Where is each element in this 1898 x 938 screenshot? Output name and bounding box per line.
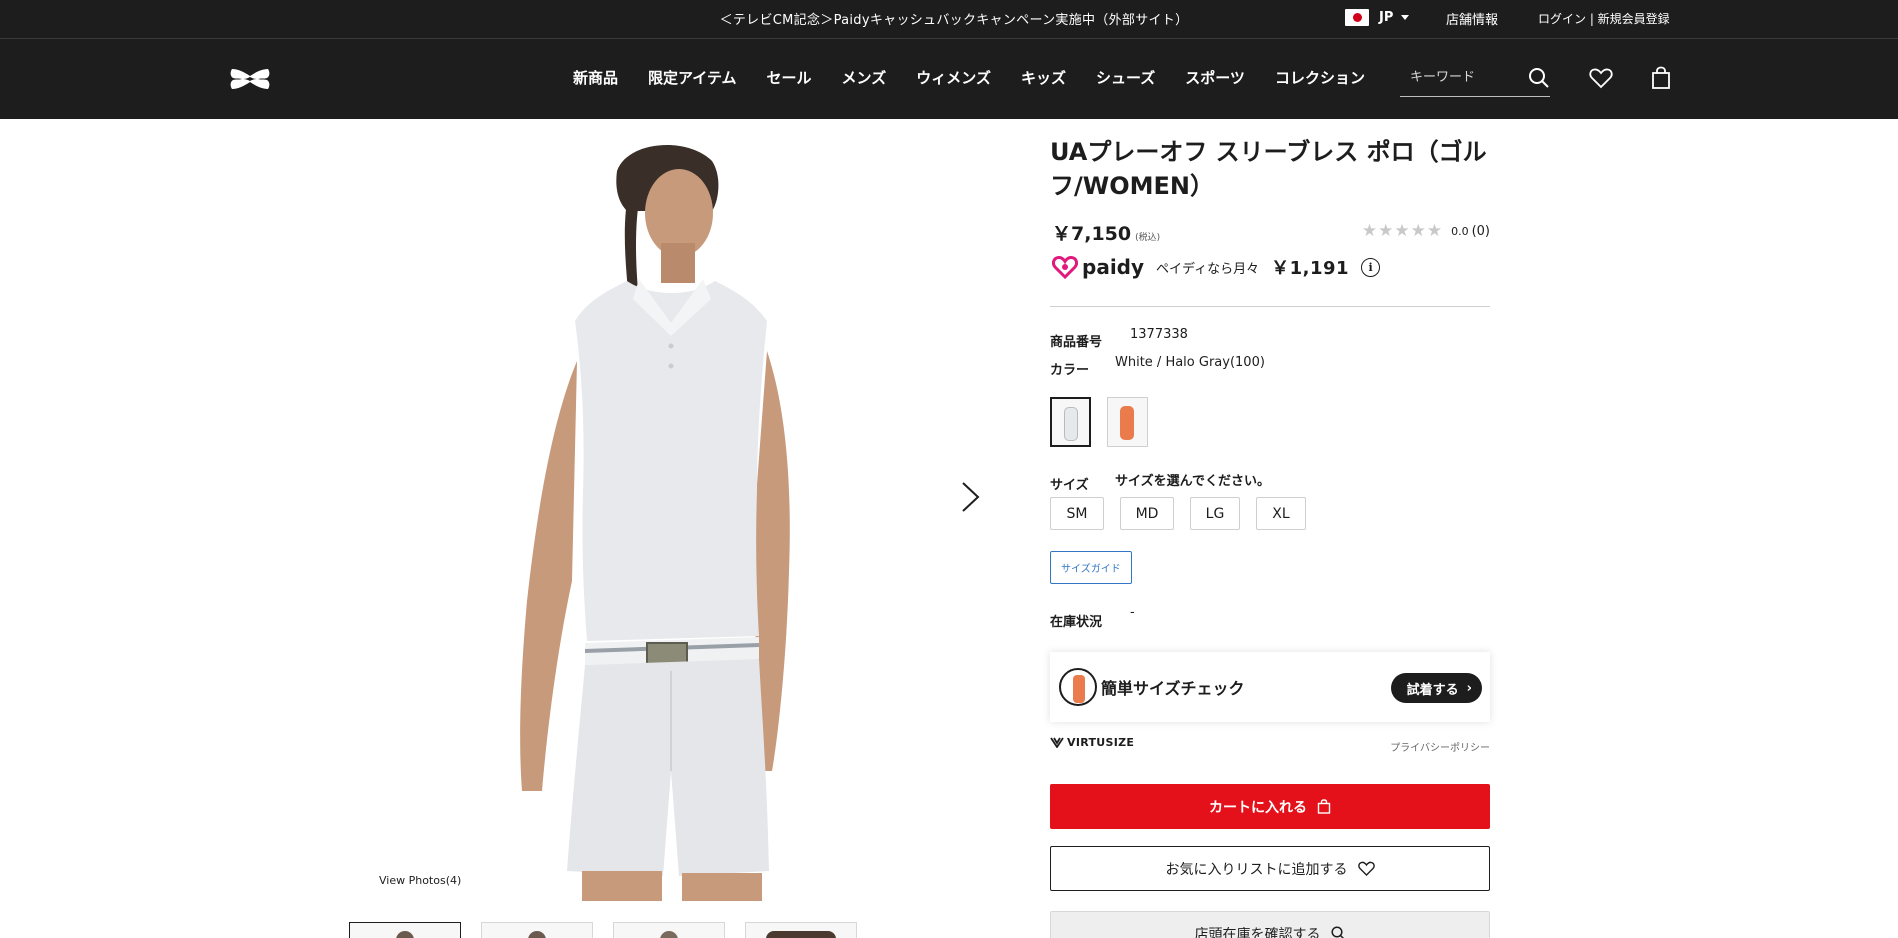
color-value: White / Halo Gray(100)	[1115, 355, 1265, 370]
main-nav: 新商品 限定アイテム セール メンズ ウィメンズ キッズ シューズ スポーツ コ…	[573, 67, 1395, 88]
view-photos-link[interactable]: View Photos(4)	[379, 874, 461, 887]
star-icon: ★	[1378, 221, 1394, 241]
thumbnail[interactable]	[349, 922, 461, 938]
add-to-wishlist-button[interactable]: お気に入りリストに追加する	[1050, 846, 1490, 891]
size-option-md[interactable]: MD	[1120, 497, 1174, 530]
locale-selector[interactable]: JP	[1345, 9, 1410, 26]
privacy-policy-link[interactable]: プライバシーポリシー	[1390, 739, 1490, 754]
chevron-right-icon[interactable]	[954, 477, 984, 517]
search-input[interactable]	[1400, 59, 1510, 95]
paidy-text: ペイディなら月々	[1156, 261, 1260, 277]
color-swatch-orange[interactable]	[1107, 397, 1148, 447]
star-icon: ★	[1394, 221, 1410, 241]
paidy-installment: paidy ペイディなら月々 ￥1,191 i	[1052, 254, 1381, 280]
virtusize-brand-label: VIRTUSIZE	[1067, 736, 1135, 749]
virtusize-title: 簡単サイズチェック	[1101, 679, 1245, 698]
color-row: カラー White / Halo Gray(100)	[1050, 355, 1265, 378]
try-on-button[interactable]: 試着する ›	[1390, 673, 1482, 703]
search-box	[1400, 59, 1550, 97]
virtusize-brand: VIRTUSIZE	[1050, 736, 1134, 749]
heart-icon	[1357, 861, 1375, 876]
paidy-brand: paidy	[1082, 255, 1145, 279]
japan-flag-icon	[1345, 9, 1369, 26]
product-gallery: View Photos(4)	[349, 119, 980, 938]
check-store-stock-label: 店頭在庫を確認する	[1194, 926, 1321, 938]
color-label: カラー	[1050, 363, 1090, 378]
stock-label: 在庫状況	[1050, 615, 1103, 630]
nav-item-new[interactable]: 新商品	[573, 67, 618, 88]
size-option-xl[interactable]: XL	[1256, 497, 1306, 530]
add-to-cart-button[interactable]: カートに入れる	[1050, 784, 1490, 829]
rating-score: 0.0	[1451, 224, 1469, 238]
product-rating[interactable]: ★ ★ ★ ★ ★ 0.0 (0)	[1362, 221, 1490, 241]
size-row: サイズ サイズを選んでください。	[1050, 474, 1270, 493]
try-on-label: 試着する	[1406, 682, 1459, 698]
price-value: ￥7,150	[1052, 223, 1132, 245]
heart-icon[interactable]	[1589, 67, 1613, 89]
nav-item-shoes[interactable]: シューズ	[1096, 67, 1155, 88]
info-icon[interactable]: i	[1361, 257, 1381, 277]
thumbnail[interactable]	[745, 922, 857, 938]
size-hint: サイズを選んでください。	[1115, 474, 1270, 489]
size-label: サイズ	[1050, 478, 1089, 493]
locale-label: JP	[1379, 10, 1394, 25]
nav-item-collection[interactable]: コレクション	[1275, 67, 1365, 88]
nav-item-sale[interactable]: セール	[767, 67, 812, 88]
sku-label: 商品番号	[1050, 335, 1103, 350]
nav-item-kids[interactable]: キッズ	[1021, 67, 1066, 88]
nav-item-limited[interactable]: 限定アイテム	[648, 67, 737, 88]
star-icon: ★	[1426, 221, 1443, 241]
size-guide-button[interactable]: サイズガイド	[1050, 551, 1132, 584]
color-swatch-white[interactable]	[1050, 397, 1091, 447]
paidy-mark-icon	[1052, 255, 1078, 279]
product-title: UAプレーオフ スリーブレス ポロ（ゴルフ/WOMEN）	[1050, 138, 1487, 200]
nav-item-womens[interactable]: ウィメンズ	[916, 67, 991, 88]
add-to-wishlist-label: お気に入りリストに追加する	[1165, 861, 1348, 878]
product-photo[interactable]	[457, 131, 857, 901]
under-armour-logo[interactable]	[228, 66, 272, 92]
add-to-cart-label: カートに入れる	[1209, 799, 1307, 816]
size-option-lg[interactable]: LG	[1190, 497, 1240, 530]
paidy-amount: ￥1,191	[1271, 258, 1350, 279]
check-store-stock-button[interactable]: 店頭在庫を確認する	[1050, 911, 1490, 938]
login-register-link[interactable]: ログイン | 新規会員登録	[1538, 10, 1670, 27]
star-icon: ★	[1410, 221, 1426, 241]
chevron-right-icon: ›	[1466, 680, 1472, 696]
stock-row: 在庫状況 -	[1050, 605, 1135, 630]
virtusize-logo-icon	[1050, 737, 1064, 748]
divider	[1050, 306, 1490, 307]
size-options: SM MD LG XL	[1050, 497, 1322, 530]
store-info-link[interactable]: 店舗情報	[1446, 9, 1498, 28]
search-icon[interactable]	[1528, 67, 1550, 89]
nav-item-mens[interactable]: メンズ	[842, 67, 887, 88]
thumbnail-strip	[349, 922, 877, 938]
shopping-bag-icon	[1317, 799, 1331, 814]
main-header: 新商品 限定アイテム セール メンズ ウィメンズ キッズ シューズ スポーツ コ…	[0, 39, 1898, 119]
size-option-sm[interactable]: SM	[1050, 497, 1104, 530]
product-price: ￥7,150 (税込)	[1052, 219, 1160, 246]
virtusize-avatar	[1059, 668, 1097, 706]
stock-value: -	[1130, 605, 1135, 620]
announcement-bar: ＜テレビCM記念＞Paidyキャッシュバックキャンペーン実施中（外部サイト） J…	[0, 0, 1898, 39]
shopping-bag-icon[interactable]	[1650, 66, 1672, 90]
sku-row: 商品番号 1377338	[1050, 327, 1188, 350]
nav-item-sports[interactable]: スポーツ	[1185, 67, 1245, 88]
thumbnail[interactable]	[481, 922, 593, 938]
rating-stars: ★ ★ ★ ★ ★	[1362, 221, 1443, 241]
promo-text[interactable]: ＜テレビCM記念＞Paidyキャッシュバックキャンペーン実施中（外部サイト）	[710, 13, 1189, 28]
sku-value: 1377338	[1130, 327, 1188, 342]
star-icon: ★	[1361, 221, 1378, 241]
color-swatches	[1050, 397, 1164, 447]
tax-note: (税込)	[1135, 233, 1161, 243]
thumbnail[interactable]	[613, 922, 725, 938]
virtusize-widget: 簡単サイズチェック 試着する ›	[1050, 652, 1490, 722]
rating-count: (0)	[1471, 223, 1490, 239]
caret-down-icon	[1401, 15, 1410, 20]
paidy-logo: paidy	[1052, 255, 1144, 279]
search-icon	[1330, 926, 1346, 938]
